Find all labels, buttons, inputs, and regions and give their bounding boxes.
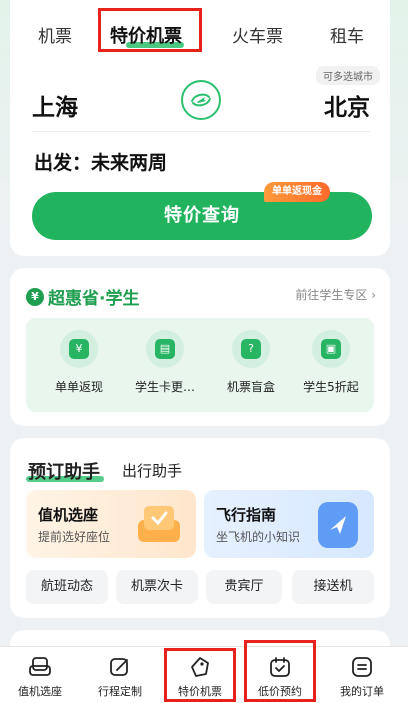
tab-booking-helper[interactable]: 预订助手 xyxy=(28,458,100,484)
seat-icon xyxy=(138,506,180,542)
student-perks-panel: ¥ 单单返现 ▤ 学生卡更… ? 机票盲盒 ▣ 学生5折起 xyxy=(26,318,374,412)
feature-title: 飞行指南 xyxy=(216,506,277,524)
flight-booking-card: 机票 特价机票 火车票 租车 可多选城市 上海 北京 出发：未来两周 特价查询 … xyxy=(10,0,390,256)
money-bag-icon: ¥ xyxy=(26,287,44,306)
tab-travel-helper[interactable]: 出行助手 xyxy=(122,460,182,481)
nav-label: 行程定制 xyxy=(98,685,142,698)
feature-subtitle: 坐飞机的小知识 xyxy=(216,530,301,544)
student-brand-title: ¥ 超惠省·学生 xyxy=(26,284,139,309)
swap-cities-button[interactable] xyxy=(181,80,221,120)
nav-my-orders[interactable]: 我的订单 xyxy=(324,651,400,699)
perk-mystery-box[interactable]: ? 机票盲盒 xyxy=(208,330,294,395)
perk-student-discount[interactable]: ▣ 学生5折起 xyxy=(288,330,374,395)
perk-student-card[interactable]: ▤ 学生卡更… xyxy=(122,330,208,395)
quick-vip-lounge[interactable]: 贵宾厅 xyxy=(206,570,282,604)
perk-label: 学生5折起 xyxy=(303,380,359,394)
checkin-seat-feature[interactable]: 值机选座 提前选好座位 xyxy=(26,490,196,558)
train-icon: ▣ xyxy=(321,339,341,359)
student-zone-link[interactable]: 前往学生专区 › xyxy=(295,286,376,303)
quick-airport-transfer[interactable]: 接送机 xyxy=(292,570,374,604)
perk-label: 单单返现 xyxy=(54,380,103,394)
perk-cashback[interactable]: ¥ 单单返现 xyxy=(36,330,122,395)
tab-car-rental[interactable]: 租车 xyxy=(330,22,364,47)
multi-city-tag: 可多选城市 xyxy=(316,66,380,85)
perk-label: 学生卡更… xyxy=(134,380,195,394)
mystery-box-icon: ? xyxy=(241,339,261,359)
to-city[interactable]: 北京 xyxy=(324,88,370,122)
nav-label: 值机选座 xyxy=(18,685,62,698)
nav-trip-custom[interactable]: 行程定制 xyxy=(82,651,158,699)
nav-label: 我的订单 xyxy=(340,685,384,698)
swap-plane-icon xyxy=(191,93,211,107)
tab-trains[interactable]: 火车票 xyxy=(232,22,283,47)
feature-title: 值机选座 xyxy=(38,506,99,524)
student-deals-card: ¥ 超惠省·学生 前往学生专区 › ¥ 单单返现 ▤ 学生卡更… ? 机票盲盒 … xyxy=(10,268,390,426)
edit-icon xyxy=(110,658,128,676)
cashback-badge: 单单返现金 xyxy=(264,182,330,202)
seat-icon xyxy=(29,657,51,676)
departure-date-selector[interactable]: 出发：未来两周 xyxy=(34,148,167,175)
highlight-box-nav-special xyxy=(164,648,236,702)
tab-flights[interactable]: 机票 xyxy=(38,22,72,47)
highlight-box-nav-low-price xyxy=(244,640,316,702)
nav-checkin-seat[interactable]: 值机选座 xyxy=(2,651,78,699)
student-card-icon: ▤ xyxy=(155,339,175,359)
quick-flight-status[interactable]: 航班动态 xyxy=(26,570,108,604)
flight-guide-feature[interactable]: 飞行指南 坐飞机的小知识 xyxy=(204,490,374,558)
highlight-box-special-tab xyxy=(98,8,202,52)
compass-icon xyxy=(318,502,358,548)
student-brand-text: 超惠省·学生 xyxy=(48,289,140,309)
quick-flight-pass[interactable]: 机票次卡 xyxy=(116,570,198,604)
perk-label: 机票盲盒 xyxy=(226,380,275,394)
feature-subtitle: 提前选好座位 xyxy=(38,530,111,544)
order-list-icon xyxy=(352,657,372,677)
booking-helper-card: 预订助手 出行助手 值机选座 提前选好座位 飞行指南 坐飞机的小知识 航班动态 … xyxy=(10,438,390,618)
divider xyxy=(32,131,370,132)
from-city[interactable]: 上海 xyxy=(32,88,78,122)
money-bag-icon: ¥ xyxy=(69,339,89,359)
